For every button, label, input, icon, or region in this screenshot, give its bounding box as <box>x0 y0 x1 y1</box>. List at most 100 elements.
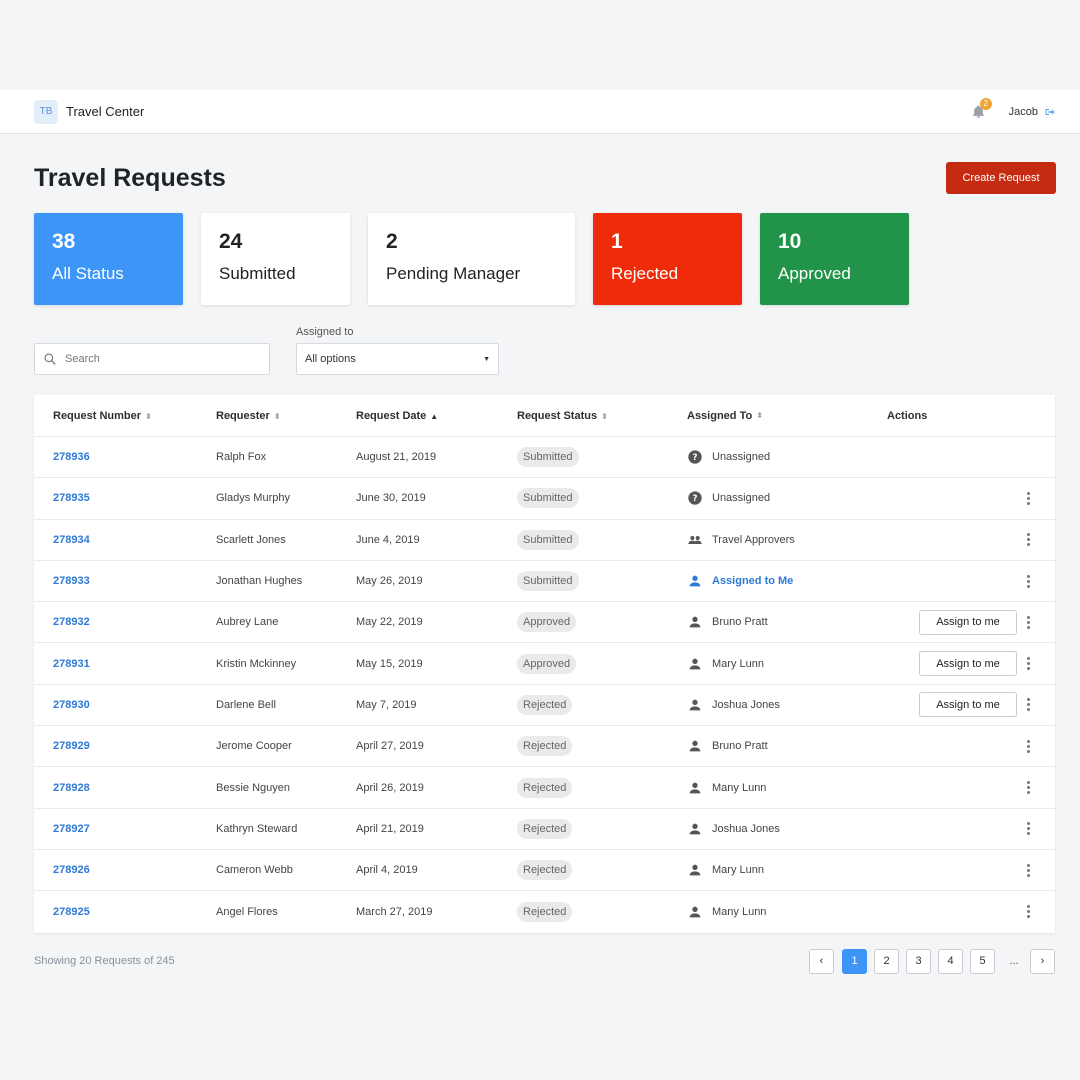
top-bar: TB Travel Center 2 Jacob <box>0 90 1080 134</box>
request-number-link[interactable]: 278925 <box>53 906 90 918</box>
assign-to-me-button[interactable]: Assign to me <box>919 692 1017 718</box>
request-number-link[interactable]: 278927 <box>53 823 90 835</box>
request-date-cell: May 22, 2019 <box>356 616 423 629</box>
request-number-link[interactable]: 278928 <box>53 782 90 794</box>
requester-cell: Ralph Fox <box>216 451 267 464</box>
page-button-5[interactable]: 5 <box>970 948 995 974</box>
person-icon <box>687 738 703 754</box>
status-card-pending-manager[interactable]: 2 Pending Manager <box>368 213 575 305</box>
column-header-request-date[interactable]: Request Date ▲ <box>356 410 517 422</box>
assigned-to-cell: ? Unassigned <box>687 449 887 465</box>
search-input[interactable] <box>65 353 255 365</box>
column-header-request-number[interactable]: Request Number ⬍ <box>34 410 216 422</box>
more-options-icon[interactable] <box>1025 574 1031 589</box>
more-options-icon[interactable] <box>1025 780 1031 795</box>
requester-cell: Angel Flores <box>216 905 278 918</box>
page-button-3[interactable]: 3 <box>906 948 931 974</box>
table-row: 278936 Ralph Fox August 21, 2019 Submitted?… <box>34 437 1055 479</box>
page-button-1[interactable]: 1 <box>842 948 867 974</box>
column-header-assigned-to[interactable]: Assigned To ⬍ <box>687 410 887 422</box>
table-row: 278929 Jerome Cooper April 27, 2019 Rejecte… <box>34 726 1055 768</box>
status-card-all[interactable]: 38 All Status <box>34 213 183 305</box>
assign-to-me-button[interactable]: Assign to me <box>919 651 1017 677</box>
user-name[interactable]: Jacob <box>1009 106 1038 118</box>
request-number-link[interactable]: 278934 <box>53 534 90 546</box>
requester-cell: Gladys Murphy <box>216 492 290 505</box>
person-icon <box>687 697 703 713</box>
question-icon: ? <box>687 490 703 506</box>
more-options-icon[interactable] <box>1025 863 1031 878</box>
sort-icon: ⬍ <box>273 411 281 421</box>
more-options-icon[interactable] <box>1025 739 1031 754</box>
assignee-name: Mary Lunn <box>712 864 764 877</box>
prev-page-button[interactable]: ‹ <box>809 948 834 974</box>
status-count: 10 <box>778 230 802 253</box>
request-number-cell: 278931 <box>34 658 216 670</box>
request-date-cell: April 4, 2019 <box>356 864 418 877</box>
request-number-cell: 278933 <box>34 575 216 587</box>
status-card-approved[interactable]: 10 Approved <box>760 213 909 305</box>
more-options-icon[interactable] <box>1025 615 1031 630</box>
table-header: Request Number ⬍ Requester ⬍ Request Date ▲… <box>34 395 1055 437</box>
table-row: 278932 Aubrey Lane May 22, 2019 Approved Bru… <box>34 602 1055 644</box>
request-status-cell: Rejected <box>517 694 687 715</box>
more-options-icon[interactable] <box>1025 656 1031 671</box>
status-card-rejected[interactable]: 1 Rejected <box>593 213 742 305</box>
request-status-cell: Approved <box>517 653 687 674</box>
status-count: 38 <box>52 230 76 253</box>
assigned-select[interactable]: All options ▼ <box>296 343 499 375</box>
title-row: Travel Requests Create Request <box>34 160 1056 196</box>
app-title: Travel Center <box>66 104 145 119</box>
more-options-icon[interactable] <box>1025 491 1031 506</box>
next-page-button[interactable]: › <box>1030 948 1055 974</box>
request-number-cell: 278930 <box>34 699 216 711</box>
request-number-link[interactable]: 278932 <box>53 616 90 628</box>
assigned-to-cell: Joshua Jones <box>687 821 887 837</box>
more-options-icon[interactable] <box>1025 697 1031 712</box>
request-number-link[interactable]: 278926 <box>53 864 90 876</box>
person-icon <box>687 573 703 589</box>
column-header-requester[interactable]: Requester ⬍ <box>216 410 356 422</box>
assigned-to-cell: Travel Approvers <box>687 532 887 548</box>
status-badge: Rejected <box>517 777 573 798</box>
request-date-cell: April 26, 2019 <box>356 781 424 794</box>
question-icon: ? <box>687 449 703 465</box>
status-label: Submitted <box>219 264 296 283</box>
more-options-icon[interactable] <box>1025 821 1031 836</box>
status-badge: Approved <box>517 653 577 674</box>
notification-badge: 2 <box>979 97 992 110</box>
request-number-link[interactable]: 278929 <box>53 740 90 752</box>
create-request-button[interactable]: Create Request <box>946 162 1056 194</box>
column-header-request-status[interactable]: Request Status ⬍ <box>517 410 687 422</box>
person-icon <box>687 614 703 630</box>
notifications-button[interactable]: 2 <box>969 97 992 122</box>
assignee-name: Many Lunn <box>712 781 767 794</box>
assigned-to-cell: Bruno Pratt <box>687 614 887 630</box>
table-row: 278926 Cameron Webb April 4, 2019 Rejected M… <box>34 850 1055 892</box>
actions-cell <box>887 739 1055 754</box>
request-number-link[interactable]: 278935 <box>53 492 90 504</box>
status-badge: Rejected <box>517 860 573 881</box>
request-status-cell: Submitted <box>517 488 687 509</box>
status-badge: Rejected <box>517 736 573 757</box>
request-number-link[interactable]: 278933 <box>53 575 90 587</box>
column-header-actions: Actions <box>887 410 1055 422</box>
person-icon <box>687 862 703 878</box>
assignee-name: Assigned to Me <box>712 575 794 588</box>
status-card-submitted[interactable]: 24 Submitted <box>201 213 350 305</box>
page-button-4[interactable]: 4 <box>938 948 963 974</box>
assigned-to-cell: Mary Lunn <box>687 862 887 878</box>
assigned-to-cell: Many Lunn <box>687 780 887 796</box>
request-number-link[interactable]: 278936 <box>53 451 90 463</box>
request-number-link[interactable]: 278931 <box>53 658 90 670</box>
more-options-icon[interactable] <box>1025 904 1031 919</box>
assign-to-me-button[interactable]: Assign to me <box>919 609 1017 635</box>
more-options-icon[interactable] <box>1025 532 1031 547</box>
top-right-controls: 2 Jacob <box>969 97 1056 122</box>
requester-cell: Jerome Cooper <box>216 740 292 753</box>
logout-icon[interactable] <box>1044 106 1056 118</box>
page-button-2[interactable]: 2 <box>874 948 899 974</box>
request-number-link[interactable]: 278930 <box>53 699 90 711</box>
assigned-to-cell: Assigned to Me <box>687 573 887 589</box>
request-date-cell: May 7, 2019 <box>356 698 417 711</box>
